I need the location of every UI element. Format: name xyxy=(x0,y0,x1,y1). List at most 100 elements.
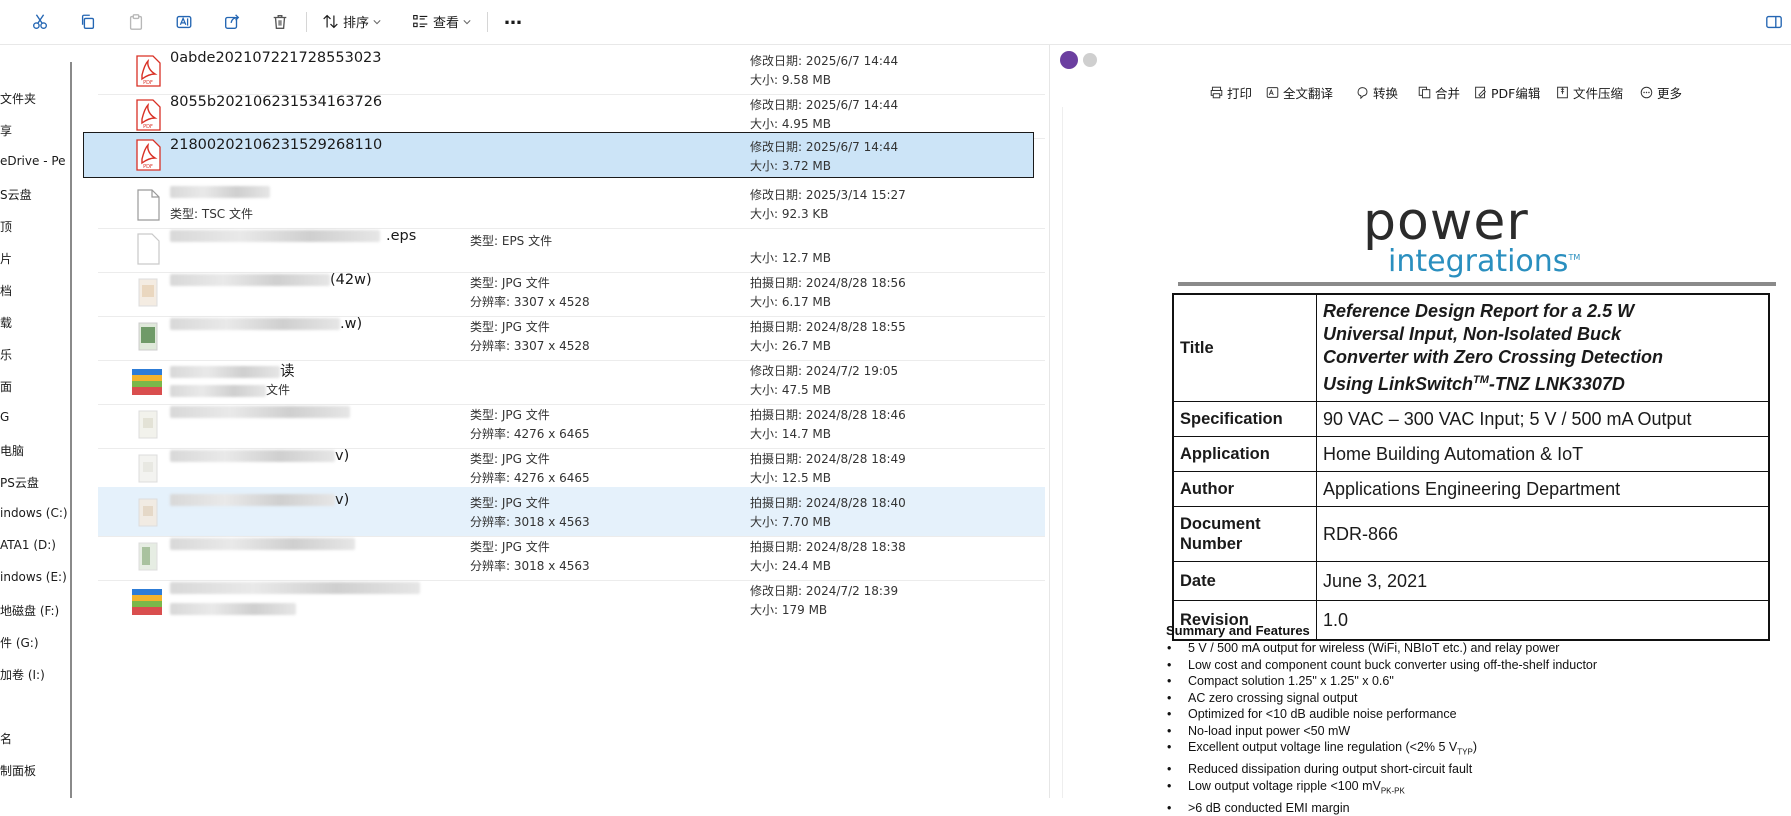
file-size: 大小: 24.4 MB xyxy=(750,557,831,574)
rename-icon[interactable] xyxy=(172,10,196,34)
file-type: 类型: JPG 文件 xyxy=(470,318,550,335)
details-pane-icon[interactable] xyxy=(1762,10,1786,34)
summary-heading: Summary and Features xyxy=(1166,623,1597,638)
compress-button[interactable]: 文件压缩 xyxy=(1556,83,1623,102)
image-thumbnail-icon xyxy=(134,409,162,441)
convert-button[interactable]: 转换 xyxy=(1356,83,1398,102)
nav-item-this-pc[interactable]: 电脑 xyxy=(0,442,24,459)
pdf-edit-label: PDF编辑 xyxy=(1491,83,1540,102)
file-name: (42w) xyxy=(170,272,372,288)
nav-item-onedrive[interactable]: eDrive - Pe xyxy=(0,154,66,168)
nav-item[interactable]: 乐 xyxy=(0,346,12,363)
nav-scrollbar[interactable] xyxy=(70,62,72,798)
file-name: v) xyxy=(170,492,349,508)
file-date: 修改日期: 2025/6/7 14:44 xyxy=(750,138,898,155)
nav-item[interactable]: 载 xyxy=(0,314,12,331)
file-name xyxy=(170,404,350,420)
nav-item-wps-cloud[interactable]: PS云盘 xyxy=(0,474,39,491)
merge-label: 合并 xyxy=(1435,83,1460,102)
nav-item[interactable]: 顶 xyxy=(0,218,12,235)
nav-item[interactable]: 档 xyxy=(0,282,12,299)
table-row: Date June 3, 2021 xyxy=(1173,562,1769,601)
nav-item-drive-i[interactable]: 加卷 (I:) xyxy=(0,666,45,683)
file-name-suffix: .w) xyxy=(340,316,362,332)
nav-item-drive-d[interactable]: ATA1 (D:) xyxy=(0,538,56,552)
table-row: Author Applications Engineering Departme… xyxy=(1173,472,1769,507)
nav-item[interactable]: 面 xyxy=(0,378,12,395)
table-value: Home Building Automation & IoT xyxy=(1317,437,1770,472)
nav-item[interactable]: 享 xyxy=(0,122,12,139)
file-row[interactable]: .eps 类型: EPS 文件 大小: 12.7 MB xyxy=(98,223,1045,273)
file-row[interactable]: 类型: JPG 文件 分辨率: 3018 x 4563 拍摄日期: 2024/8… xyxy=(98,531,1045,581)
translate-button[interactable]: 全文翻译 xyxy=(1266,83,1333,102)
feature-text: Excellent output voltage line regulation… xyxy=(1188,740,1457,754)
file-row-hovered[interactable]: v) 类型: JPG 文件 分辨率: 3018 x 4563 拍摄日期: 202… xyxy=(98,487,1045,537)
share-icon[interactable] xyxy=(220,10,244,34)
app-logo-icon[interactable] xyxy=(1060,51,1078,69)
feature-text: ) xyxy=(1473,740,1477,754)
file-type xyxy=(170,601,296,615)
more-options-button[interactable]: … xyxy=(504,8,522,29)
file-size: 大小: 6.17 MB xyxy=(750,293,831,310)
title-line: Converter with Zero Crossing Detection xyxy=(1323,346,1762,369)
sort-icon xyxy=(322,13,339,30)
file-resolution: 分辨率: 3018 x 4563 xyxy=(470,557,590,574)
file-row[interactable]: (42w) 类型: JPG 文件 分辨率: 3307 x 4528 拍摄日期: … xyxy=(98,267,1045,317)
eps-file-icon xyxy=(134,233,162,265)
compress-label: 文件压缩 xyxy=(1573,83,1623,102)
svg-text:PDF: PDF xyxy=(143,164,153,170)
nav-item-control-panel[interactable]: 制面板 xyxy=(0,762,36,779)
more-button[interactable]: 更多 xyxy=(1640,83,1682,102)
view-button[interactable]: 查看 xyxy=(412,12,471,31)
file-name: .w) xyxy=(170,316,362,332)
paste-icon[interactable] xyxy=(124,10,148,34)
file-row[interactable]: .w) 类型: JPG 文件 分辨率: 3307 x 4528 拍摄日期: 20… xyxy=(98,311,1045,361)
sort-button[interactable]: 排序 xyxy=(322,12,381,31)
file-row[interactable]: 修改日期: 2024/7/2 18:39 大小: 179 MB xyxy=(98,575,1045,624)
nav-item-cloud[interactable]: S云盘 xyxy=(0,186,32,203)
delete-icon[interactable] xyxy=(268,10,292,34)
file-row[interactable]: PDF 0abde202107221728553023 修改日期: 2025/6… xyxy=(98,45,1045,95)
file-size: 大小: 7.70 MB xyxy=(750,513,831,530)
sort-label: 排序 xyxy=(343,12,369,31)
nav-item[interactable]: G xyxy=(0,410,9,424)
svg-text:PDF: PDF xyxy=(143,124,153,130)
cut-icon[interactable] xyxy=(28,10,52,34)
feature-item: Reduced dissipation during output short-… xyxy=(1166,761,1597,778)
file-row-selected[interactable]: PDF 21800202106231529268110 修改日期: 2025/6… xyxy=(83,132,1034,178)
feature-item: Low output voltage ripple <100 mVPK-PK xyxy=(1166,778,1597,800)
file-size: 大小: 12.7 MB xyxy=(750,249,831,266)
file-type: 类型: JPG 文件 xyxy=(470,406,550,423)
nav-item-drive-g[interactable]: 件 (G:) xyxy=(0,634,39,651)
convert-label: 转换 xyxy=(1373,83,1398,102)
file-row[interactable]: 读 文件 修改日期: 2024/7/2 19:05 大小: 47.5 MB xyxy=(98,355,1045,405)
navigation-pane: 文件夹 享 eDrive - Pe S云盘 顶 片 档 载 乐 面 G 电脑 P… xyxy=(0,45,72,798)
toolbar-divider xyxy=(306,12,307,32)
nav-item[interactable]: 文件夹 xyxy=(0,90,36,107)
file-size: 大小: 12.5 MB xyxy=(750,469,831,486)
print-button[interactable]: 打印 xyxy=(1210,83,1252,102)
table-key: Specification xyxy=(1173,402,1317,437)
settings-icon[interactable] xyxy=(1083,53,1097,67)
file-name-suffix: (42w) xyxy=(330,272,372,288)
pdf-icon: PDF xyxy=(134,99,162,131)
table-value: June 3, 2021 xyxy=(1317,562,1770,601)
nav-item-drive-f[interactable]: 地磁盘 (F:) xyxy=(0,602,59,619)
file-row[interactable]: 类型: JPG 文件 分辨率: 4276 x 6465 拍摄日期: 2024/8… xyxy=(98,399,1045,449)
merge-button[interactable]: 合并 xyxy=(1418,83,1460,102)
title-value: Reference Design Report for a 2.5 W Univ… xyxy=(1317,294,1770,402)
copy-icon[interactable] xyxy=(76,10,100,34)
header-rule xyxy=(1178,282,1776,286)
file-size: 大小: 9.58 MB xyxy=(750,71,831,88)
nav-item[interactable]: 片 xyxy=(0,250,12,267)
nav-item-network[interactable]: 名 xyxy=(0,730,12,747)
file-row[interactable]: 类型: TSC 文件 修改日期: 2025/3/14 15:27 大小: 92.… xyxy=(98,179,1045,229)
pdf-edit-button[interactable]: PDF编辑 xyxy=(1474,83,1540,102)
pdf-icon: PDF xyxy=(134,55,162,87)
archive-icon xyxy=(130,585,164,617)
file-resolution: 分辨率: 3307 x 4528 xyxy=(470,293,590,310)
file-row[interactable]: v) 类型: JPG 文件 分辨率: 4276 x 6465 拍摄日期: 202… xyxy=(98,443,1045,493)
table-row: Specification 90 VAC – 300 VAC Input; 5 … xyxy=(1173,402,1769,437)
nav-item-drive-c[interactable]: indows (C:) xyxy=(0,506,68,520)
nav-item-drive-e[interactable]: indows (E:) xyxy=(0,570,67,584)
